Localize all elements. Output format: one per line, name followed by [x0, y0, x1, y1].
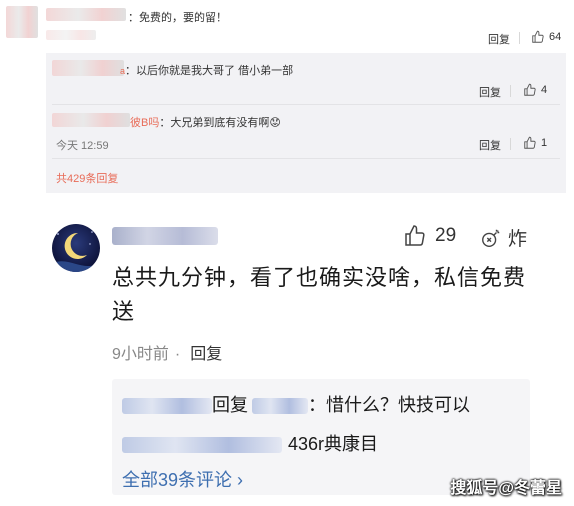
moon-icon: [52, 231, 100, 272]
divider: [52, 158, 560, 159]
username-blurred[interactable]: [122, 398, 212, 415]
blurred-text: [46, 30, 96, 40]
separator: [510, 138, 511, 150]
comment-meta: 9小时前 · 回复: [112, 346, 223, 363]
main-comment-text: ：免费的，要的留！: [128, 12, 227, 24]
comment-time: 9小时前: [112, 346, 169, 363]
main-comment-reply-button[interactable]: 回复: [488, 31, 510, 47]
main-comment-like-button[interactable]: 64: [531, 30, 561, 44]
divider: [52, 104, 560, 105]
bomb-icon: [482, 229, 500, 247]
reply-1-text: a：以后你就是我大哥了 借小弟一部: [120, 65, 294, 77]
comment-text: 总共九分钟，看了也确实没啥，私信免费送: [112, 265, 527, 324]
reply-2-like-button[interactable]: 1: [523, 136, 547, 150]
main-comment-like-count: 64: [549, 31, 562, 43]
reply-2-name-tail[interactable]: 彼B吗: [130, 117, 159, 129]
bomb-button[interactable]: 炸: [480, 224, 527, 251]
reply-1-like-count: 4: [541, 84, 548, 96]
username-blurred: [46, 8, 126, 21]
all-comments-link[interactable]: 全部39条评论 ›: [122, 466, 243, 492]
username-blurred: [52, 113, 130, 127]
sub-replies-box: a：以后你就是我大哥了 借小弟一部 回复 4 彼B吗：大兄弟到底有没有啊😟 今天…: [46, 53, 566, 193]
top-screenshot: ：免费的，要的留！ 回复 64 a：以后你就是我大哥了 借小弟一部 回复 4 彼…: [0, 0, 574, 203]
username-blurred[interactable]: [252, 398, 308, 415]
watermark: 搜狐号@冬蕾星: [450, 480, 562, 497]
reply-1-reply-button[interactable]: 回复: [479, 84, 501, 100]
reply-2-time: 今天 12:59: [56, 140, 109, 152]
username-blurred[interactable]: [112, 227, 218, 245]
thumbs-up-icon: [532, 30, 544, 43]
thumbs-up-icon: [524, 136, 536, 149]
separator: [510, 85, 511, 97]
worried-face-emoji: 😟: [269, 117, 281, 129]
bottom-screenshot: 29 炸 总共九分钟，看了也确实没啥，私信免费送 9小时前 · 回复 回复 ：惜什么？…: [0, 203, 574, 506]
reply-2-reply-button[interactable]: 回复: [479, 137, 501, 153]
reply-2-like-count: 1: [541, 137, 548, 149]
reply-button[interactable]: 回复: [190, 346, 222, 363]
reply-1-like-button[interactable]: 4: [523, 83, 547, 97]
reply-line-1: 回复 ：惜什么？快技可以: [122, 391, 470, 417]
separator: [519, 32, 520, 44]
like-count: 29: [435, 225, 457, 246]
avatar-blurred: [6, 6, 38, 38]
username-blurred: [52, 60, 124, 76]
reply-2-text: 彼B吗：大兄弟到底有没有啊😟: [130, 117, 281, 129]
username-blurred[interactable]: [122, 437, 282, 454]
like-button[interactable]: 29: [403, 224, 456, 248]
bomb-label: 炸: [508, 229, 528, 250]
reply-line-2: 436r典康目: [122, 430, 378, 456]
thumbs-up-icon: [524, 83, 536, 96]
avatar[interactable]: [52, 224, 100, 272]
thumbs-up-icon: [405, 225, 425, 246]
total-replies-link[interactable]: 共429条回复: [56, 170, 118, 186]
